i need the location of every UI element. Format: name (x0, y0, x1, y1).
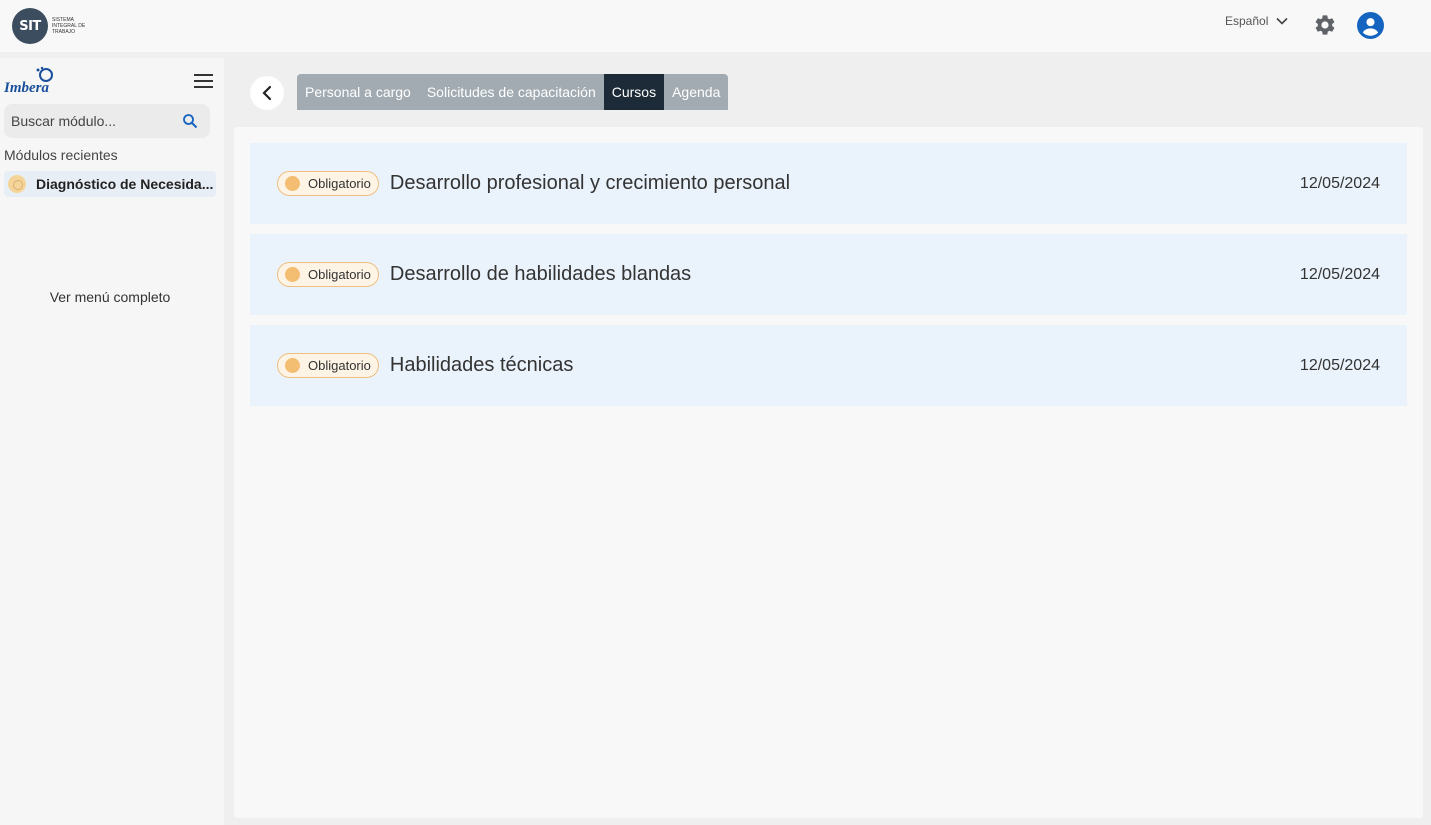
course-date: 12/05/2024 (1299, 356, 1380, 374)
recent-module-label: Diagnóstico de Necesida... (36, 176, 214, 192)
sidebar: Imbera Módulos recientes Diagnóstico de … (0, 58, 224, 825)
full-menu-link[interactable]: Ver menú completo (0, 289, 220, 305)
sit-logo-mark: SIT (12, 8, 48, 44)
module-search-input[interactable] (4, 104, 174, 138)
course-date: 12/05/2024 (1299, 265, 1380, 283)
imbera-logo[interactable]: Imbera (4, 66, 60, 98)
status-badge: Obligatorio (277, 353, 379, 378)
module-search (4, 104, 210, 138)
status-dot (285, 358, 300, 373)
course-title: Desarrollo profesional y crecimiento per… (389, 172, 791, 194)
tab-personal-a-cargo[interactable]: Personal a cargo (297, 74, 419, 110)
sit-logo-text: Sistema Integral de Trabajo (52, 17, 86, 35)
language-label: Español (1225, 14, 1269, 28)
tab-solicitudes-de-capacitacion[interactable]: Solicitudes de capacitación (418, 74, 604, 110)
recent-modules-heading: Módulos recientes (4, 147, 118, 163)
course-title: Habilidades técnicas (389, 354, 574, 376)
course-card[interactable]: Obligatorio Habilidades técnicas 12/05/2… (250, 325, 1407, 406)
courses-panel: Obligatorio Desarrollo profesional y cre… (234, 127, 1423, 818)
sit-logo[interactable]: SIT Sistema Integral de Trabajo (12, 8, 92, 44)
course-title: Desarrollo de habilidades blandas (389, 263, 692, 285)
menu-icon[interactable] (194, 74, 214, 90)
settings-gear-icon[interactable] (1313, 13, 1337, 37)
course-card[interactable]: Obligatorio Desarrollo de habilidades bl… (250, 234, 1407, 315)
brand-name: Imbera (4, 80, 49, 96)
back-button[interactable] (250, 76, 284, 110)
back-arrow-icon (262, 85, 272, 101)
status-dot (285, 267, 300, 282)
tab-cursos[interactable]: Cursos (603, 74, 665, 110)
status-dot (285, 176, 300, 191)
status-badge: Obligatorio (277, 262, 379, 287)
status-badge-label: Obligatorio (308, 176, 371, 191)
recent-module-item[interactable]: Diagnóstico de Necesida... (4, 171, 216, 197)
tab-agenda[interactable]: Agenda (664, 74, 729, 110)
search-icon[interactable] (182, 113, 198, 129)
language-selector[interactable]: Español (1225, 14, 1288, 28)
tab-bar: Personal a cargo Solicitudes de capacita… (297, 74, 729, 110)
course-date: 12/05/2024 (1299, 174, 1380, 192)
course-card[interactable]: Obligatorio Desarrollo profesional y cre… (250, 143, 1407, 224)
chevron-down-icon (1276, 17, 1288, 25)
status-badge: Obligatorio (277, 171, 379, 196)
status-badge-label: Obligatorio (308, 267, 371, 282)
module-icon (8, 175, 26, 193)
user-account-icon[interactable] (1357, 12, 1384, 39)
status-badge-label: Obligatorio (308, 358, 371, 373)
top-bar: SIT Sistema Integral de Trabajo Español (0, 0, 1431, 52)
